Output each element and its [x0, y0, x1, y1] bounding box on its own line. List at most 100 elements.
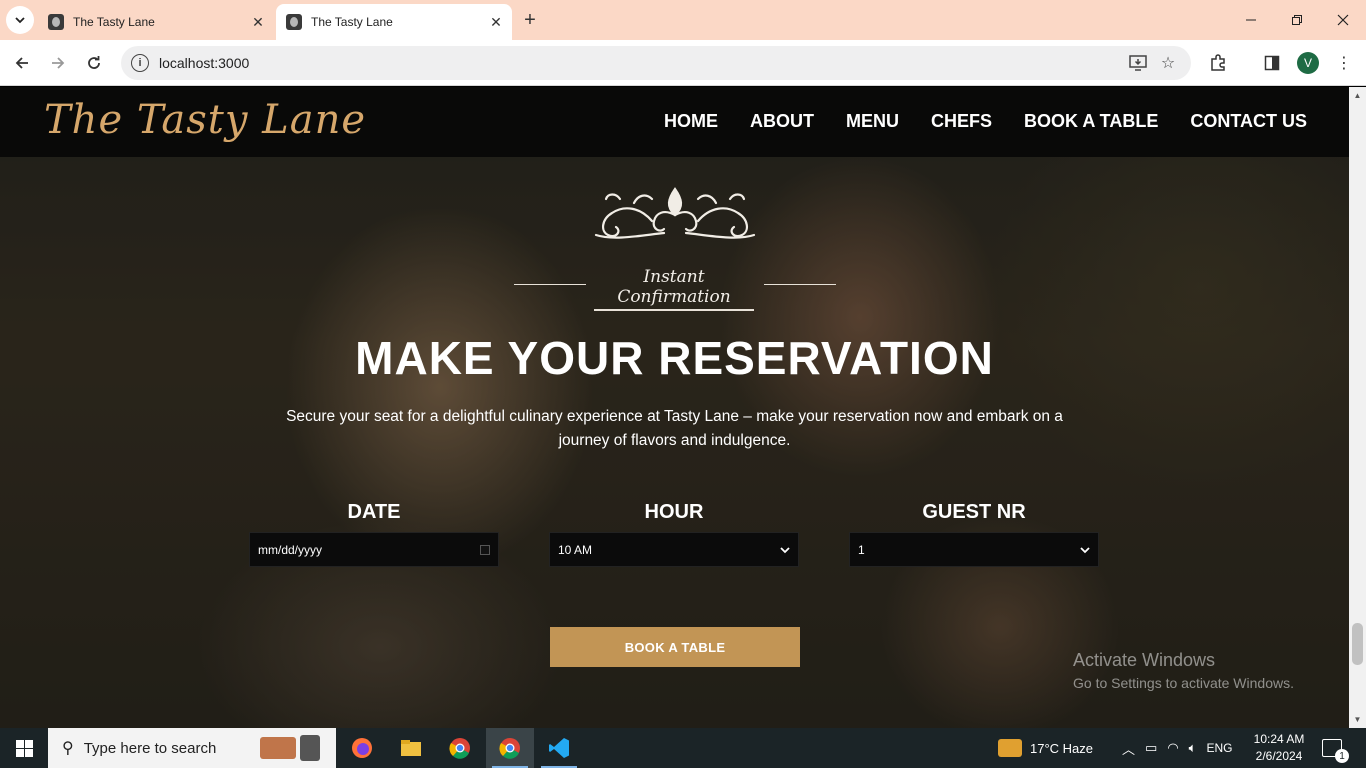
taskbar-search[interactable]: ⚲ Type here to search: [48, 728, 336, 768]
guest-label: GUEST NR: [922, 501, 1026, 523]
windows-logo-icon: [15, 739, 33, 757]
address-bar[interactable]: i localhost:3000 ☆: [121, 46, 1191, 80]
battery-icon[interactable]: ▭: [1145, 740, 1157, 756]
nav-contact-us[interactable]: CONTACT US: [1190, 111, 1307, 132]
restore-button[interactable]: [1274, 0, 1320, 40]
taskbar-search-placeholder: Type here to search: [83, 739, 217, 757]
back-button[interactable]: [8, 49, 36, 77]
ornament-flourish-icon: [594, 187, 756, 239]
extensions-icon[interactable]: [1204, 49, 1232, 77]
site-logo[interactable]: The Tasty Lane: [44, 97, 366, 143]
notification-count: 1: [1335, 749, 1349, 763]
new-tab-button[interactable]: +: [518, 8, 542, 32]
clock-date: 2/6/2024: [1255, 749, 1303, 763]
firefox-taskbar-icon[interactable]: [338, 728, 386, 768]
profile-avatar[interactable]: V: [1297, 52, 1319, 74]
hour-field-group: HOUR 10 AM: [549, 501, 799, 567]
watermark-subtitle: Go to Settings to activate Windows.: [1073, 675, 1294, 691]
chevron-up-icon[interactable]: ︿: [1122, 739, 1135, 758]
nav-home[interactable]: HOME: [664, 111, 718, 132]
site-info-icon[interactable]: i: [131, 54, 149, 72]
site-favicon-icon: [48, 14, 64, 30]
vscode-taskbar-icon[interactable]: [535, 728, 583, 768]
minimize-button[interactable]: [1228, 0, 1274, 40]
search-icon: ⚲: [62, 740, 74, 757]
arrow-left-icon: [15, 57, 28, 69]
hour-label: HOUR: [644, 501, 704, 523]
browser-tab[interactable]: The Tasty Lane ✕: [38, 4, 274, 40]
site-favicon-icon: [286, 14, 302, 30]
browser-menu-icon[interactable]: ⋮: [1330, 49, 1358, 77]
page-scrollbar[interactable]: ▲ ▼: [1349, 87, 1366, 728]
chevron-down-icon: [15, 17, 25, 24]
date-field-group: DATE mm/dd/yyyy: [249, 501, 499, 567]
tagline: Instant Confirmation: [594, 267, 754, 311]
chevron-down-icon: [780, 546, 790, 553]
reload-button[interactable]: [80, 49, 108, 77]
wifi-icon[interactable]: ◠: [1167, 740, 1178, 756]
tab-search-button[interactable]: [6, 6, 34, 34]
reload-icon: [88, 56, 100, 69]
divider-line: [514, 284, 586, 285]
browser-tab-bar: The Tasty Lane ✕ The Tasty Lane ✕ +: [0, 0, 1366, 40]
install-app-icon[interactable]: [1123, 48, 1153, 78]
file-explorer-taskbar-icon[interactable]: [387, 728, 435, 768]
main-nav: HOME ABOUT MENU CHEFS BOOK A TABLE CONTA…: [664, 111, 1307, 132]
browser-toolbar: i localhost:3000 ☆ ⋮: [0, 40, 1366, 86]
page-title: MAKE YOUR RESERVATION: [355, 332, 994, 384]
book-a-table-button[interactable]: BOOK A TABLE: [550, 627, 800, 667]
divider-line: [764, 284, 836, 285]
reservation-section: Instant Confirmation MAKE YOUR RESERVATI…: [0, 157, 1349, 728]
browser-tab-active[interactable]: The Tasty Lane ✕: [276, 4, 512, 40]
tagline-row: Instant Confirmation: [514, 267, 836, 311]
forward-button[interactable]: [44, 49, 72, 77]
activate-windows-watermark: Activate Windows Go to Settings to activ…: [1073, 650, 1294, 691]
tab-title: The Tasty Lane: [73, 15, 155, 29]
restore-icon: [1292, 15, 1302, 25]
weather-widget[interactable]: 17°C Haze: [998, 728, 1093, 768]
url-text[interactable]: localhost:3000: [159, 55, 1123, 71]
calendar-icon[interactable]: [480, 544, 490, 555]
page-viewport: The Tasty Lane HOME ABOUT MENU CHEFS BOO…: [0, 87, 1349, 728]
close-window-button[interactable]: [1320, 0, 1366, 40]
chevron-down-icon: [1080, 546, 1090, 553]
scroll-up-arrow-icon[interactable]: ▲: [1349, 87, 1366, 104]
notification-icon: 1: [1322, 739, 1349, 763]
start-button[interactable]: [0, 728, 48, 768]
scrollbar-thumb[interactable]: [1352, 623, 1363, 665]
hour-value: 10 AM: [558, 542, 593, 557]
date-label: DATE: [347, 501, 401, 523]
nav-book-a-table[interactable]: BOOK A TABLE: [1024, 111, 1158, 132]
minimize-icon: [1246, 19, 1256, 21]
tab-title: The Tasty Lane: [311, 15, 393, 29]
system-tray: ︿ ▭ ◠ 🔈︎ ENG: [1122, 728, 1232, 768]
close-tab-icon[interactable]: ✕: [248, 12, 268, 32]
nav-about[interactable]: ABOUT: [750, 111, 814, 132]
nav-chefs[interactable]: CHEFS: [931, 111, 992, 132]
language-indicator[interactable]: ENG: [1206, 741, 1232, 755]
scroll-down-arrow-icon[interactable]: ▼: [1349, 711, 1366, 728]
side-panel-icon[interactable]: [1258, 49, 1286, 77]
guest-select[interactable]: 1: [849, 532, 1099, 567]
hour-select[interactable]: 10 AM: [549, 532, 799, 567]
windows-taskbar: ⚲ Type here to search 17°C Haze ︿ ▭ ◠ 🔈︎…: [0, 728, 1366, 768]
weather-text: 17°C Haze: [1030, 740, 1094, 756]
close-icon: [1337, 14, 1349, 26]
hero-description: Secure your seat for a delightful culina…: [286, 408, 1063, 449]
close-tab-icon[interactable]: ✕: [486, 12, 506, 32]
volume-icon[interactable]: 🔈︎: [1189, 740, 1197, 756]
site-header: The Tasty Lane HOME ABOUT MENU CHEFS BOO…: [0, 87, 1349, 157]
chrome-active-taskbar-icon[interactable]: [486, 728, 534, 768]
search-highlight-icon: [260, 732, 330, 764]
chrome-taskbar-icon[interactable]: [436, 728, 484, 768]
date-input[interactable]: mm/dd/yyyy: [249, 532, 499, 567]
date-placeholder: mm/dd/yyyy: [258, 542, 323, 557]
notification-center[interactable]: 1: [1322, 728, 1349, 768]
taskbar-clock[interactable]: 10:24 AM 2/6/2024: [1248, 731, 1310, 765]
arrow-right-icon: [52, 57, 65, 69]
haze-weather-icon: [998, 739, 1022, 757]
nav-menu[interactable]: MENU: [846, 111, 899, 132]
bookmark-star-icon[interactable]: ☆: [1153, 48, 1183, 78]
clock-time: 10:24 AM: [1253, 732, 1305, 746]
watermark-title: Activate Windows: [1073, 650, 1216, 670]
